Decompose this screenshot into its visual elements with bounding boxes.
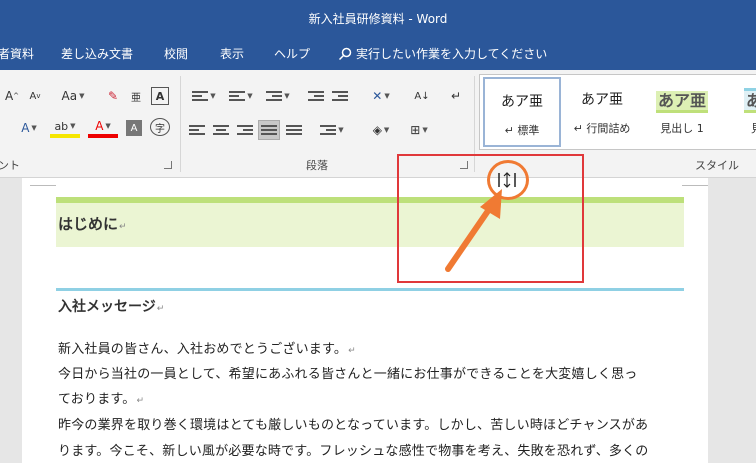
document-area[interactable]: はじめに↵ 入社メッセージ↵ 新入社員の皆さん、入社おめでとうございます。↵ 今…: [0, 178, 756, 463]
numbering-button[interactable]: ▼: [224, 86, 258, 106]
heading2-rule: [56, 288, 684, 291]
style-heading-1[interactable]: あア亜 見出し 1: [643, 77, 721, 147]
heading2[interactable]: 入社メッセージ↵: [58, 296, 164, 316]
sort-button[interactable]: A↓: [412, 86, 432, 106]
paragraph-group-label: 段落: [306, 159, 328, 172]
asian-layout-button[interactable]: ✕ ▼: [366, 86, 396, 106]
phonetic-guide-button[interactable]: 亜: [128, 86, 144, 106]
highlight-button[interactable]: ab ▼: [50, 118, 80, 138]
style-no-spacing[interactable]: あア亜 ↵ 行間詰め: [563, 77, 641, 147]
title-bar: 新入社員研修資料 - Word: [0, 0, 756, 36]
tab-references[interactable]: 者資料: [0, 45, 34, 62]
borders-button[interactable]: ⊞ ▼: [402, 120, 436, 140]
shrink-font-button[interactable]: Av: [27, 86, 43, 106]
group-separator: [180, 76, 181, 172]
body-line[interactable]: ります。今こそ、新しい風が必要な時です。フレッシュな感性で物事を考え、失敗を恐れ…: [58, 440, 649, 459]
clear-formatting-button[interactable]: ✎: [104, 86, 122, 106]
heading1: はじめに↵: [58, 215, 127, 233]
change-case-button[interactable]: Aa ▼: [58, 86, 88, 106]
font-group-label: ント: [0, 159, 20, 172]
align-center-button[interactable]: [211, 120, 231, 140]
body-line[interactable]: ております。↵: [58, 388, 144, 407]
body-line[interactable]: 昨今の業界を取り巻く環境はとても厳しいものとなっています。しかし、苦しい時ほどチ…: [58, 414, 648, 433]
ribbon-home: A ^ Av Aa ▼ ✎ 亜 A A ▼ ab ▼ A ▼ A 字 ント ▼ ▼ ▼ ✕…: [0, 70, 756, 178]
line-spacing-button[interactable]: ▼: [316, 120, 348, 140]
window-title: 新入社員研修資料 - Word: [308, 11, 448, 26]
style-normal[interactable]: あア亜 ↵ 標準: [483, 77, 561, 147]
decrease-indent-button[interactable]: [306, 86, 326, 106]
annotation-arrow-icon: [445, 189, 502, 272]
ribbon-tabs: 者資料 差し込み文書 校閲 表示 ヘルプ 実行したい作業を入力してください: [0, 36, 756, 70]
heading1-block[interactable]: はじめに↵: [56, 197, 684, 247]
search-icon: [338, 47, 352, 60]
margin-mark: [30, 178, 56, 186]
enclose-char-button[interactable]: 字: [150, 118, 170, 136]
char-shading-button[interactable]: A: [126, 120, 142, 136]
style-heading-2[interactable]: あア 見出: [723, 77, 756, 147]
tell-me-search[interactable]: 実行したい作業を入力してください: [338, 45, 547, 62]
text-effects-button[interactable]: A ▼: [14, 118, 44, 138]
dialog-launcher-icon[interactable]: [164, 161, 172, 169]
body-line[interactable]: 新入社員の皆さん、入社おめでとうございます。↵: [58, 338, 356, 357]
bullets-button[interactable]: ▼: [187, 86, 221, 106]
styles-gallery: あア亜 ↵ 標準 あア亜 ↵ 行間詰め あア亜 見出し 1 あア 見出: [479, 74, 756, 150]
align-left-button[interactable]: [187, 120, 207, 140]
show-marks-button[interactable]: ↵: [446, 86, 466, 106]
distributed-button[interactable]: [284, 120, 304, 140]
grow-font-button[interactable]: A ^: [4, 86, 20, 106]
body-line[interactable]: 今日から当社の一員として、希望にあふれる皆さんと一緒にお仕事ができることを大変嬉…: [58, 363, 638, 382]
tab-help[interactable]: ヘルプ: [274, 45, 310, 62]
multilevel-list-button[interactable]: ▼: [261, 86, 295, 106]
margin-mark: [682, 178, 708, 186]
tab-review[interactable]: 校閲: [164, 45, 188, 62]
increase-indent-button[interactable]: [330, 86, 350, 106]
search-label: 実行したい作業を入力してください: [356, 47, 548, 61]
font-color-button[interactable]: A ▼: [88, 118, 118, 138]
shading-button[interactable]: ◈ ▼: [364, 120, 398, 140]
tab-view[interactable]: 表示: [220, 45, 244, 62]
align-right-button[interactable]: [235, 120, 255, 140]
justify-button[interactable]: [258, 120, 280, 140]
char-border-button[interactable]: A: [151, 87, 169, 105]
tab-mailings[interactable]: 差し込み文書: [61, 45, 133, 62]
styles-group-label: スタイル: [695, 159, 739, 172]
